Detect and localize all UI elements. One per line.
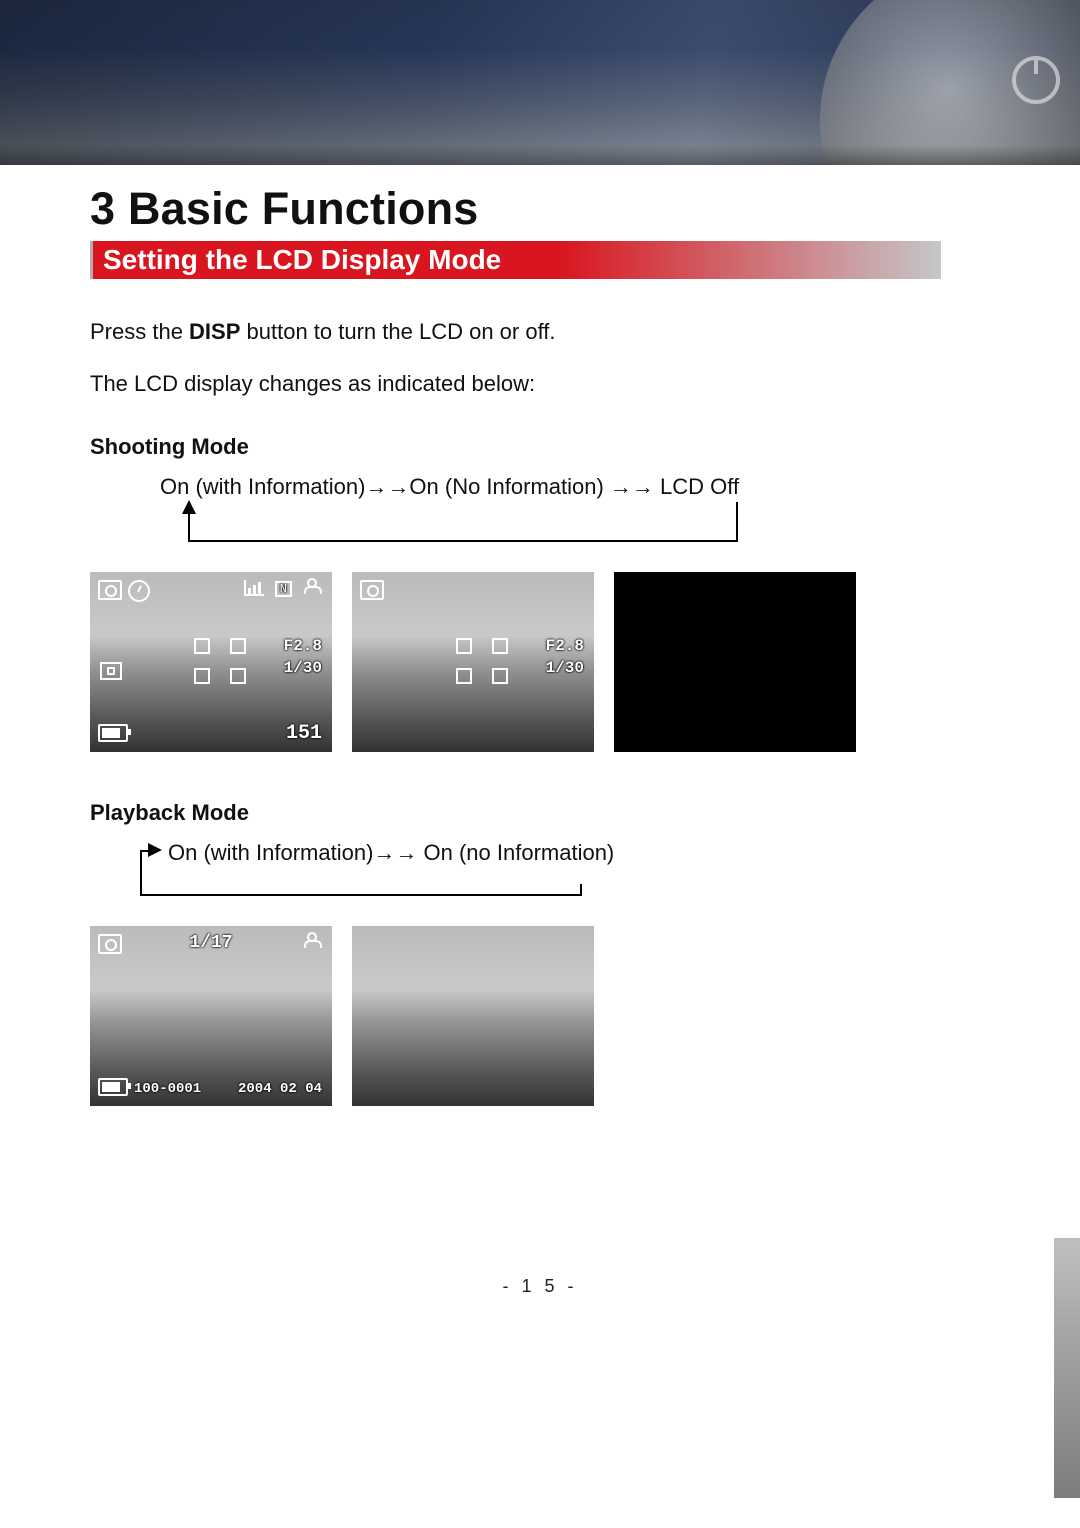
metering-icon: [100, 662, 122, 680]
battery-icon: [98, 1078, 128, 1096]
histogram-icon: [244, 580, 264, 596]
intro-paragraph-1: Press the DISP button to turn the LCD on…: [90, 317, 990, 347]
playback-flow-diagram: On (with Information)→→ On (no Informati…: [120, 840, 950, 906]
focus-bracket-icon: [230, 638, 246, 654]
shutter-value: 1/30: [546, 660, 584, 676]
playback-flow-text: On (with Information)→→ On (no Informati…: [168, 840, 614, 866]
shutter-value: 1/30: [284, 660, 322, 676]
lcd-playback-with-info: 1/17 100-0001 2004 02 04: [90, 926, 332, 1106]
focus-bracket-icon: [456, 638, 472, 654]
camera-icon: [360, 580, 384, 600]
page-number: - 1 5 -: [90, 1276, 990, 1297]
focus-bracket-icon: [194, 638, 210, 654]
battery-icon: [98, 724, 128, 742]
camera-icon: [98, 580, 122, 600]
flow-line: [188, 514, 190, 542]
chapter-number: 3: [90, 183, 115, 234]
shots-remaining: 151: [286, 724, 322, 744]
chapter-heading: 3 Basic Functions: [90, 183, 990, 235]
flow-line: [580, 884, 582, 896]
file-number: 100-0001: [134, 1082, 201, 1096]
intro-text-tail: button to turn the LCD on or off.: [240, 319, 555, 344]
lcd-playback-no-info: [352, 926, 594, 1106]
shooting-flow-text: On (with Information)→→On (No Informatio…: [160, 474, 739, 500]
disp-button-label: DISP: [189, 319, 240, 344]
lcd-on-no-info: F2.8 1/30: [352, 572, 594, 752]
aperture-value: F2.8: [546, 638, 584, 654]
section-title-bar: Setting the LCD Display Mode: [90, 241, 941, 279]
camera-icon: [98, 934, 122, 954]
arrow-right-icon: [148, 843, 162, 857]
aperture-value: F2.8: [284, 638, 322, 654]
focus-bracket-icon: [230, 668, 246, 684]
intro-paragraph-2: The LCD display changes as indicated bel…: [90, 369, 990, 399]
playback-lcd-row: 1/17 100-0001 2004 02 04: [90, 926, 990, 1106]
shooting-lcd-row: N F2.8 1/30 151 F2.8 1: [90, 572, 990, 752]
shooting-mode-heading: Shooting Mode: [90, 434, 990, 460]
quality-icon: N: [275, 581, 292, 597]
power-icon: [1012, 56, 1060, 104]
chapter-title: Basic Functions: [128, 183, 479, 234]
manual-page: 3 Basic Functions Setting the LCD Displa…: [0, 0, 1080, 1528]
file-date: 2004 02 04: [238, 1082, 322, 1096]
lcd-off: [614, 572, 856, 752]
lcd-on-with-info: N F2.8 1/30 151: [90, 572, 332, 752]
playback-mode-heading: Playback Mode: [90, 800, 990, 826]
intro-text: Press the: [90, 319, 189, 344]
shooting-flow-diagram: On (with Information)→→On (No Informatio…: [120, 474, 950, 546]
face-icon: [304, 578, 322, 594]
flow-line: [140, 894, 582, 896]
self-timer-icon: [128, 580, 150, 602]
flow-line: [188, 540, 738, 542]
arrow-up-icon: [182, 500, 196, 514]
focus-bracket-icon: [194, 668, 210, 684]
face-icon: [304, 932, 322, 948]
flow-line: [140, 850, 142, 896]
focus-bracket-icon: [492, 668, 508, 684]
page-edge-tab: [1054, 1238, 1080, 1498]
flow-line: [736, 502, 738, 542]
focus-bracket-icon: [492, 638, 508, 654]
page-header-banner: [0, 0, 1080, 165]
focus-bracket-icon: [456, 668, 472, 684]
page-content: 3 Basic Functions Setting the LCD Displa…: [0, 183, 1080, 1297]
image-counter: 1/17: [189, 934, 232, 952]
